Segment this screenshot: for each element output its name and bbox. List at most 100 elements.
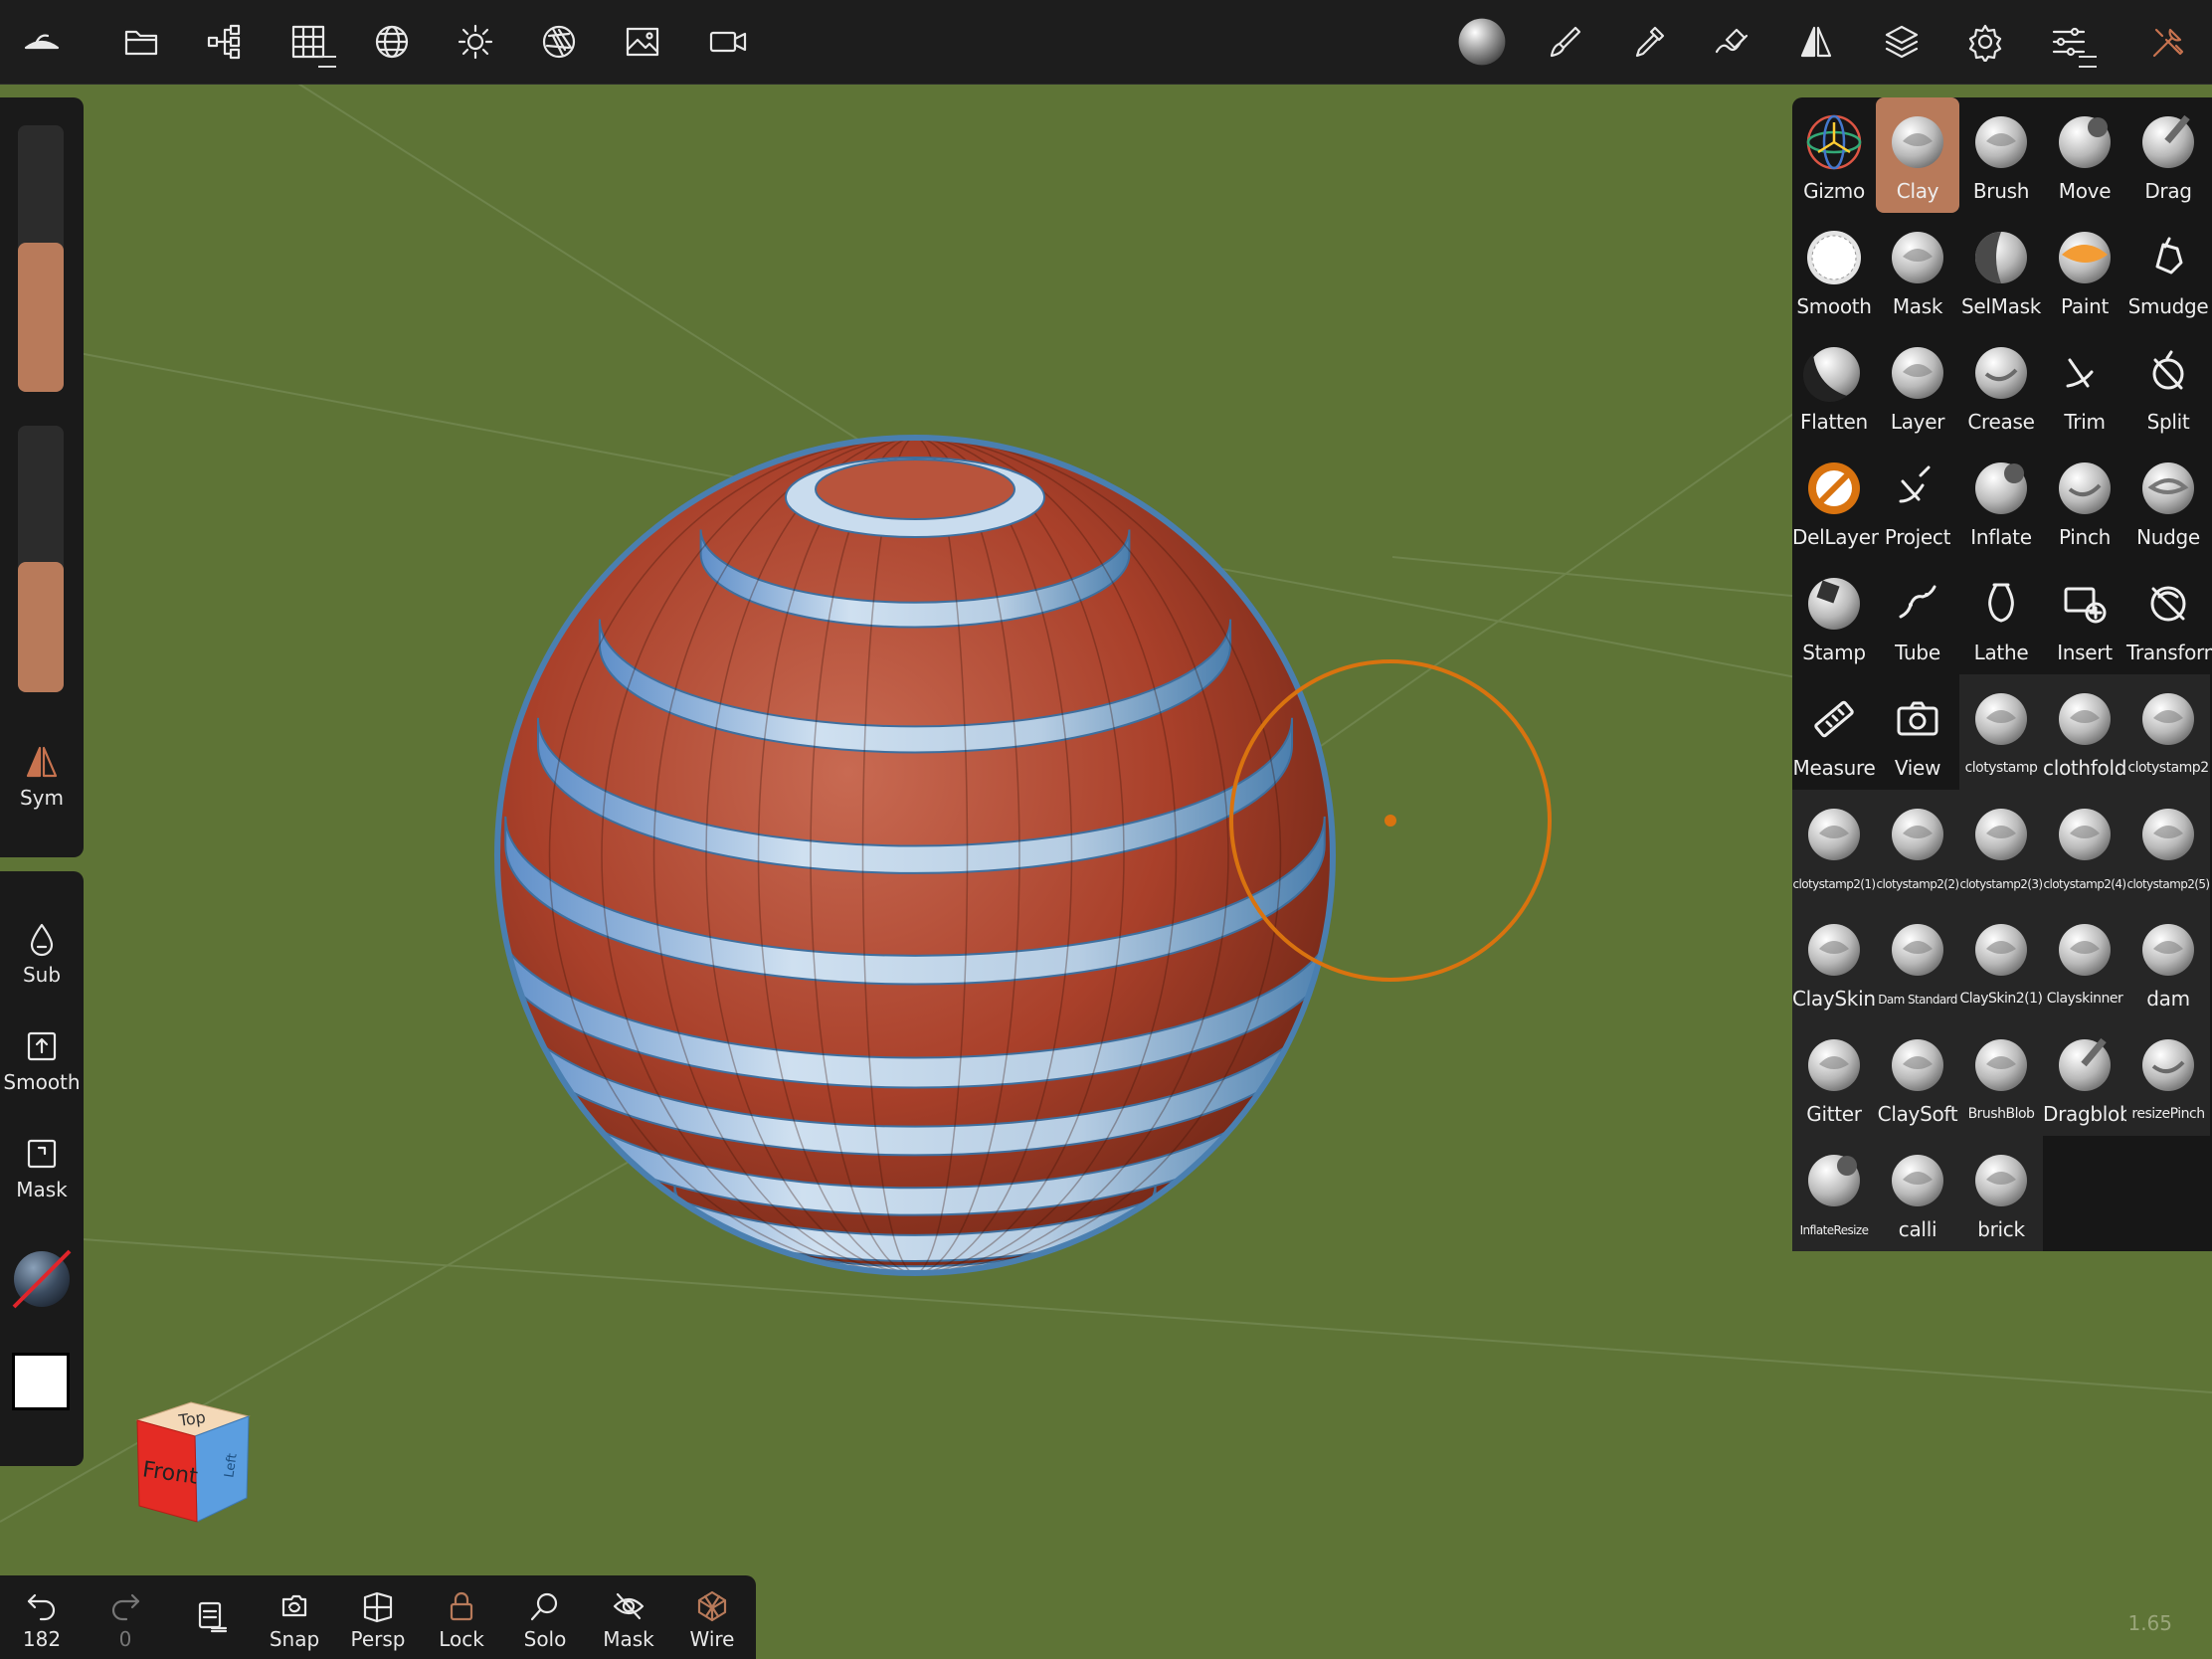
sub-button[interactable]: Sub [0, 921, 84, 987]
brush-label: Insert [2057, 641, 2113, 664]
brush-calli[interactable]: calli [1876, 1136, 1959, 1251]
brush-clotystamp2-3[interactable]: clotystamp2(3) [1959, 790, 2043, 905]
persp-label: Persp [350, 1627, 406, 1651]
gear-icon[interactable] [1957, 14, 2013, 70]
mask-button[interactable]: Mask [0, 1136, 84, 1201]
undo-icon [27, 1593, 56, 1621]
brush-inflateresize[interactable]: InflateResize [1792, 1136, 1876, 1251]
brush-transform[interactable]: Transform [2126, 559, 2212, 674]
brush-project[interactable]: Project [1876, 444, 1959, 559]
smooth-button[interactable]: Smooth [0, 1028, 84, 1094]
sphere-icon[interactable] [364, 14, 420, 70]
brush-dam-standard[interactable]: Dam Standard [1876, 905, 1959, 1020]
brush-move[interactable]: Move [2043, 97, 2126, 213]
brush-measure[interactable]: Measure [1792, 674, 1876, 790]
brush-stamp[interactable]: Stamp [1792, 559, 1876, 674]
brush-brick[interactable]: brick [1959, 1136, 2043, 1251]
brush-smudge[interactable]: Smudge [2126, 213, 2210, 328]
brush-drag[interactable]: Drag [2126, 97, 2210, 213]
brush-tube[interactable]: Tube [1876, 559, 1959, 674]
stroke-icon[interactable] [1705, 14, 1760, 70]
intensity-slider[interactable] [18, 426, 64, 692]
brush-trim[interactable]: Trim [2043, 328, 2126, 444]
brush-clotystamp2[interactable]: clotystamp2 [2126, 674, 2210, 790]
brush-clotystamp2-1[interactable]: clotystamp2(1) [1792, 790, 1876, 905]
brush-dragblob[interactable]: Dragblob [2043, 1020, 2132, 1136]
brush-label: resizePinch [2131, 1106, 2205, 1122]
brush-clotystamp2-4[interactable]: clotystamp2(4) [2043, 790, 2126, 905]
brush-label: dam [2146, 987, 2190, 1011]
brush-inflate[interactable]: Inflate [1959, 444, 2043, 559]
layers-icon[interactable] [1874, 14, 1930, 70]
brush-clotystamp2-5[interactable]: clotystamp2(5) [2126, 790, 2210, 905]
brush-brushblob[interactable]: BrushBlob [1959, 1020, 2043, 1136]
radius-slider[interactable] [18, 125, 64, 392]
brush-dam[interactable]: dam [2126, 905, 2210, 1020]
dropper-icon[interactable] [1621, 14, 1677, 70]
brush-pinch[interactable]: Pinch [2043, 444, 2126, 559]
brush-clay[interactable]: Clay [1876, 97, 1959, 213]
view-cube[interactable]: Top Front Left [131, 1394, 261, 1530]
undo-button[interactable]: 182 [0, 1589, 84, 1651]
lock-button[interactable]: Lock [420, 1589, 503, 1651]
brush-nudge[interactable]: Nudge [2126, 444, 2210, 559]
brush-preview-icon [2142, 924, 2194, 976]
history-button[interactable] [169, 1599, 253, 1633]
camera-icon[interactable] [700, 14, 756, 70]
wire-button[interactable]: Wire [670, 1589, 754, 1651]
brush-flatten[interactable]: Flatten [1792, 328, 1876, 444]
redo-count: 0 [118, 1627, 132, 1651]
material-swatch[interactable] [10, 1247, 74, 1311]
brush-label: ClaySoft [1877, 1102, 1958, 1126]
tools-icon[interactable] [2140, 14, 2196, 70]
image-icon[interactable] [615, 14, 670, 70]
matcap-icon[interactable] [1454, 14, 1510, 70]
brush-smooth[interactable]: Smooth [1792, 213, 1876, 328]
persp-button[interactable]: Persp [336, 1589, 420, 1651]
symmetry-icon[interactable] [1788, 14, 1844, 70]
sym-toggle[interactable]: Sym [0, 744, 84, 810]
brush-gitter[interactable]: Gitter [1792, 1020, 1876, 1136]
brush-crease[interactable]: Crease [1959, 328, 2043, 444]
brush-label: clotystamp2(5) [2126, 877, 2211, 891]
aperture-icon[interactable] [531, 14, 587, 70]
color-swatch[interactable] [12, 1353, 70, 1410]
mask-button[interactable]: Mask [587, 1589, 670, 1651]
brush-clayskin2-1[interactable]: ClaySkin2(1) [1959, 905, 2043, 1020]
brush-label: Measure [1792, 756, 1876, 780]
brush-split[interactable]: Split [2126, 328, 2210, 444]
brush-lathe[interactable]: Lathe [1959, 559, 2043, 674]
brush-label: Clay [1896, 179, 1939, 203]
brush-mask[interactable]: Mask [1876, 213, 1959, 328]
brush-resizepinch[interactable]: resizePinch [2126, 1020, 2210, 1136]
brush-preview-icon [1975, 462, 2027, 514]
scene-tree-icon[interactable] [197, 14, 253, 70]
solo-button[interactable]: Solo [503, 1589, 587, 1651]
brush-selmask[interactable]: SelMask [1959, 213, 2043, 328]
brush-label: Gizmo [1803, 179, 1865, 203]
brush-gizmo[interactable]: Gizmo [1792, 97, 1876, 213]
brush-clayskin3[interactable]: ClaySkin3 [1792, 905, 1888, 1020]
brush-clotystamp[interactable]: clotystamp [1959, 674, 2043, 790]
brush-brush[interactable]: Brush [1959, 97, 2043, 213]
brush-paint[interactable]: Paint [2043, 213, 2126, 328]
brush-view[interactable]: View [1876, 674, 1959, 790]
brush-layer[interactable]: Layer [1876, 328, 1959, 444]
brush-clayskinner[interactable]: Clayskinner [2043, 905, 2126, 1020]
logo-icon[interactable] [14, 14, 70, 70]
grid-icon[interactable] [280, 14, 336, 70]
paint-brush-icon[interactable] [1538, 14, 1593, 70]
brush-claysoft[interactable]: ClaySoft [1876, 1020, 1959, 1136]
brush-clothfold[interactable]: clothfold [2043, 674, 2126, 790]
snap-button[interactable]: Snap [253, 1589, 336, 1651]
brush-dellayer[interactable]: DelLayer [1792, 444, 1879, 559]
redo-button[interactable]: 0 [84, 1589, 167, 1651]
left-tool-panel: Sub Smooth Mask [0, 871, 84, 1466]
brush-insert[interactable]: Insert [2043, 559, 2126, 674]
wire-icon [697, 1590, 727, 1622]
folder-icon[interactable] [113, 14, 169, 70]
sliders-icon[interactable] [2041, 14, 2097, 70]
brush-clotystamp2-2[interactable]: clotystamp2(2) [1876, 790, 1959, 905]
light-icon[interactable] [448, 14, 503, 70]
history-icon [198, 1601, 228, 1633]
